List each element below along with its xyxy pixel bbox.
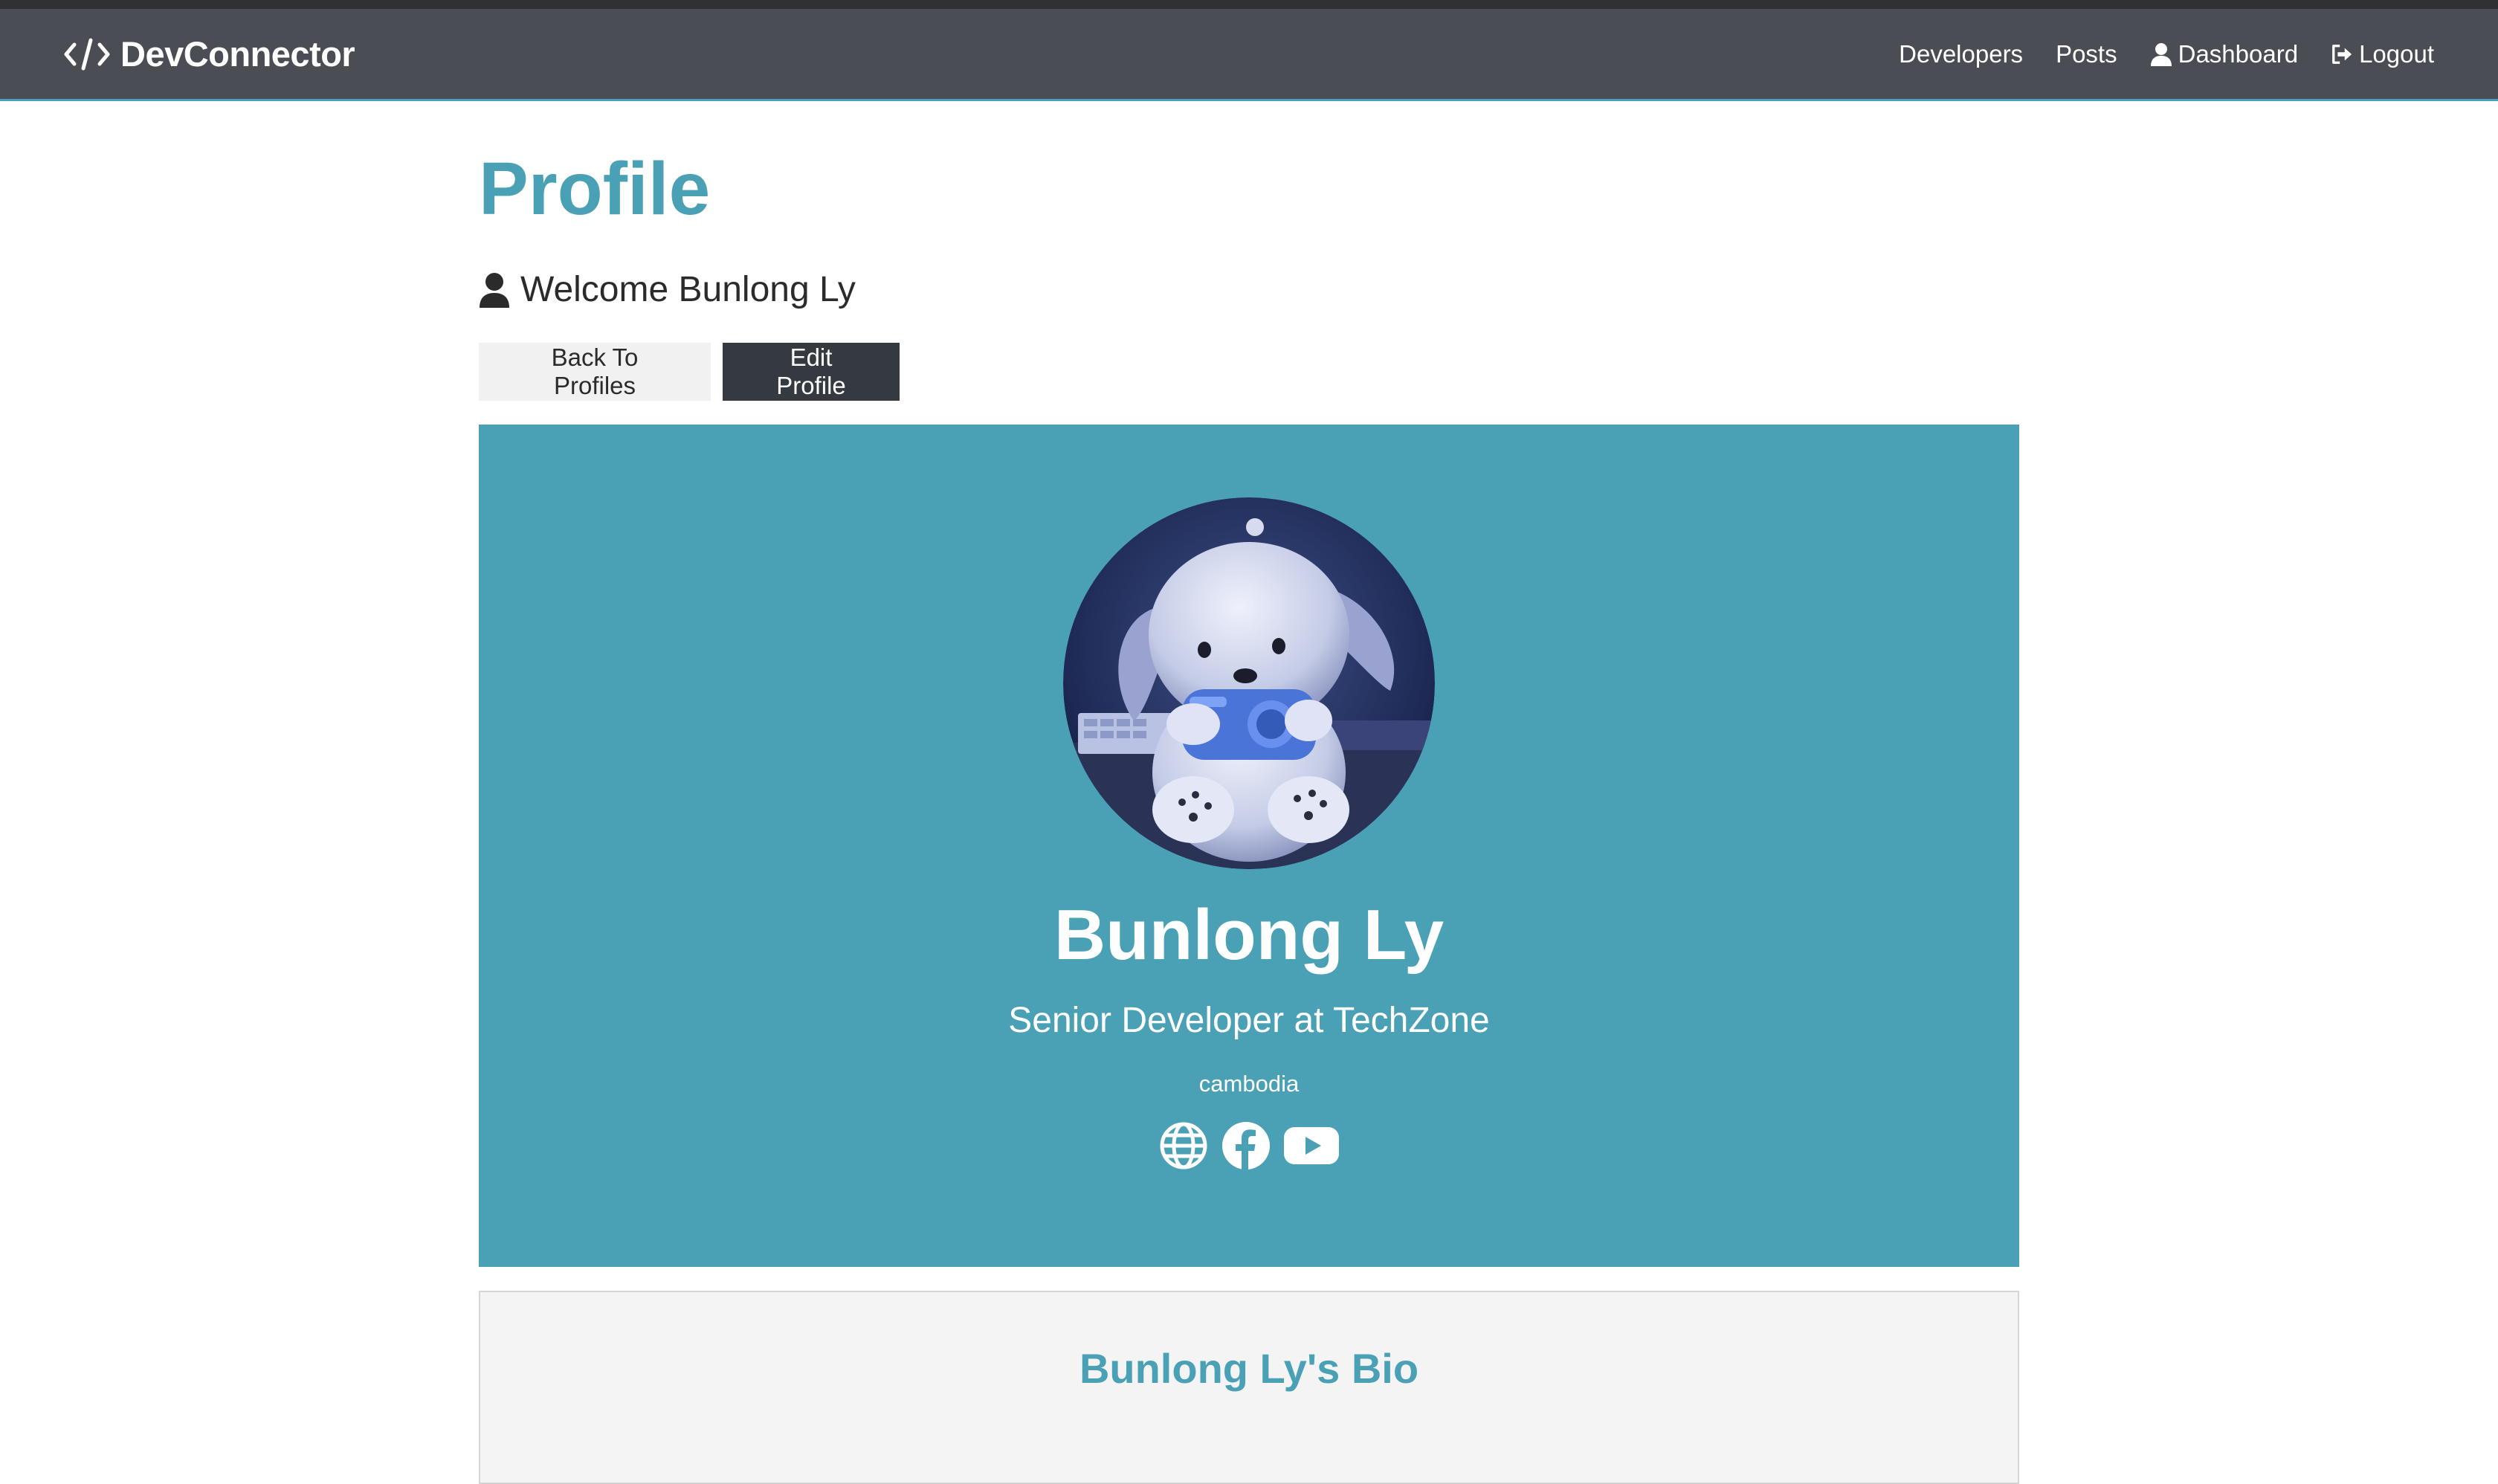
nav-dashboard-link[interactable]: Dashboard (2150, 40, 2298, 68)
youtube-icon[interactable] (1284, 1126, 1339, 1166)
nav-logout-label: Logout (2359, 39, 2434, 68)
sign-out-icon (2332, 44, 2352, 64)
nav-posts-label: Posts (2056, 39, 2117, 68)
welcome-text: Welcome Bunlong Ly (520, 270, 856, 309)
profile-status: Senior Developer at TechZone (1008, 1000, 1490, 1040)
profile-about-section: Bunlong Ly's Bio (479, 1291, 2019, 1484)
profile-top-card: Bunlong Ly Senior Developer at TechZone … (479, 425, 2019, 1267)
globe-icon[interactable] (1159, 1121, 1208, 1170)
profile-location: cambodia (1198, 1070, 1300, 1097)
nav-links: Developers Posts Dashboard Logout (1899, 40, 2434, 68)
code-icon (64, 38, 110, 70)
avatar (1063, 497, 1435, 869)
back-to-profiles-button[interactable]: Back To Profiles (479, 343, 711, 401)
edit-profile-button[interactable]: Edit Profile (723, 343, 900, 401)
welcome-message: Welcome Bunlong Ly (479, 269, 856, 310)
user-icon (2150, 42, 2172, 66)
user-icon (480, 272, 509, 308)
nav-developers-link[interactable]: Developers (1899, 40, 2023, 68)
brand-name: DevConnector (120, 34, 355, 74)
page-title: Profile (479, 147, 711, 230)
profile-name: Bunlong Ly (1053, 895, 1445, 975)
nav-developers-label: Developers (1899, 39, 2024, 68)
social-links (1159, 1121, 1339, 1170)
navbar: DevConnector Developers Posts Dashboard … (0, 9, 2498, 101)
nav-logout-link[interactable]: Logout (2331, 40, 2434, 68)
brand-link[interactable]: DevConnector (64, 33, 355, 74)
window-chrome-strip (0, 0, 2498, 9)
facebook-icon[interactable] (1221, 1121, 1271, 1170)
nav-dashboard-label: Dashboard (2178, 39, 2299, 68)
nav-posts-link[interactable]: Posts (2056, 40, 2117, 68)
about-title: Bunlong Ly's Bio (1079, 1345, 1419, 1392)
action-buttons: Back To Profiles Edit Profile (479, 343, 900, 401)
